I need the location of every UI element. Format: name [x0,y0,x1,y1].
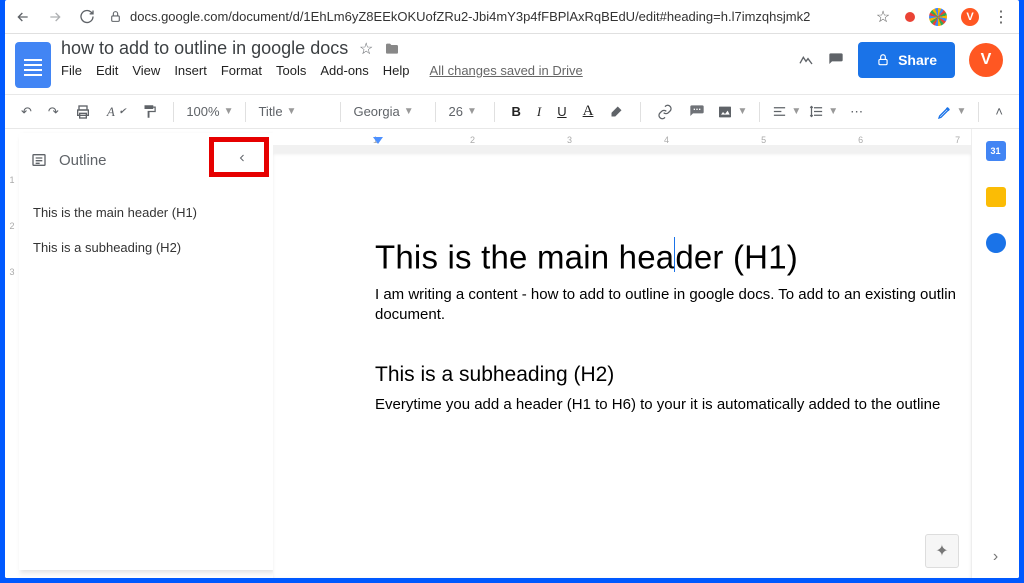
paragraph[interactable]: I am writing a content - how to add to o… [375,285,971,326]
docs-header: how to add to outline in google docs ☆ F… [5,34,1019,88]
heading-1[interactable]: This is the main header (H1) [375,237,971,277]
editing-mode-button[interactable]: ▼ [937,104,967,120]
spellcheck-button[interactable]: A✔ [103,101,131,123]
address-bar[interactable]: docs.google.com/document/d/1EhLm6yZ8EEkO… [109,9,861,24]
lock-icon [876,53,890,67]
formatting-toolbar: ↶ ↷ A✔ 100% ▼ Title ▼ Georgia ▼ 26 ▼ B I… [5,94,1019,129]
menu-view[interactable]: View [132,63,160,78]
profile-avatar-icon[interactable]: V [961,8,979,26]
undo-button[interactable]: ↶ [17,101,36,123]
extension-icon[interactable] [905,12,915,22]
menu-edit[interactable]: Edit [96,63,118,78]
menu-format[interactable]: Format [221,63,262,78]
collapse-outline-button[interactable] [229,146,255,173]
forward-icon[interactable] [47,9,63,25]
keep-icon[interactable] [986,187,1006,207]
link-button[interactable] [653,101,677,123]
more-icon[interactable]: ⋮ [993,9,1009,25]
activity-icon[interactable] [798,52,814,68]
account-avatar[interactable]: V [969,43,1003,77]
outline-label: Outline [59,152,107,169]
comments-icon[interactable] [828,52,844,68]
more-tools-button[interactable]: ⋯ [846,101,867,123]
side-panel: › [971,129,1019,578]
url-text: docs.google.com/document/d/1EhLm6yZ8EEkO… [130,9,810,24]
redo-button[interactable]: ↷ [44,101,63,123]
comment-button[interactable] [685,101,709,123]
outline-item[interactable]: This is a subheading (H2) [33,240,259,255]
menu-addons[interactable]: Add-ons [320,63,368,78]
fontsize-select[interactable]: 26 ▼ [448,104,482,119]
image-button[interactable]: ▼ [717,104,747,120]
outline-panel: Outline This is the main header (H1) Thi… [19,133,273,570]
paint-format-button[interactable] [138,101,161,122]
style-select[interactable]: Title ▼ [258,104,328,119]
extension-icon[interactable] [929,8,947,26]
underline-button[interactable]: U [553,101,570,122]
calendar-icon[interactable] [986,141,1006,161]
align-button[interactable]: ▼ [772,104,801,119]
paragraph[interactable]: Everytime you add a header (H1 to H6) to… [375,395,971,415]
expand-icon[interactable]: ˄ [991,101,1007,122]
vertical-ruler: 1 2 3 [5,129,19,578]
tasks-icon[interactable] [986,233,1006,253]
line-spacing-button[interactable]: ▼ [809,104,838,119]
horizontal-ruler[interactable]: 1 2 3 4 5 6 7 [273,129,971,145]
docs-logo-icon[interactable] [15,42,51,88]
explore-button[interactable]: ✦ [925,534,959,568]
heading-2[interactable]: This is a subheading (H2) [375,363,971,387]
menu-tools[interactable]: Tools [276,63,306,78]
menu-bar: File Edit View Insert Format Tools Add-o… [61,63,583,78]
browser-chrome: docs.google.com/document/d/1EhLm6yZ8EEkO… [5,0,1019,34]
star-document-icon[interactable]: ☆ [358,41,374,57]
zoom-select[interactable]: 100% ▼ [186,104,233,119]
hide-side-panel-button[interactable]: › [993,548,998,566]
document-page[interactable]: This is the main header (H1) I am writin… [273,153,971,578]
share-label: Share [898,52,937,68]
italic-button[interactable]: I [533,101,545,123]
outline-item[interactable]: This is the main header (H1) [33,205,259,220]
print-button[interactable] [71,101,95,123]
font-select[interactable]: Georgia ▼ [353,104,423,119]
move-folder-icon[interactable] [384,41,400,57]
save-status[interactable]: All changes saved in Drive [430,63,583,78]
back-icon[interactable] [15,9,31,25]
share-button[interactable]: Share [858,42,955,78]
menu-help[interactable]: Help [383,63,410,78]
menu-insert[interactable]: Insert [174,63,207,78]
work-area: 1 2 3 Outline This is the main header (H… [5,129,1019,578]
reload-icon[interactable] [79,9,95,25]
bold-button[interactable]: B [507,101,524,122]
outline-icon [31,152,47,168]
highlight-button[interactable] [605,101,628,122]
indent-marker-icon[interactable] [373,137,383,144]
star-icon[interactable]: ☆ [875,9,891,25]
text-color-button[interactable]: A [579,100,598,123]
document-area: 1 2 3 4 5 6 7 This is the main header (H… [273,129,971,578]
document-title[interactable]: how to add to outline in google docs [61,38,348,59]
menu-file[interactable]: File [61,63,82,78]
